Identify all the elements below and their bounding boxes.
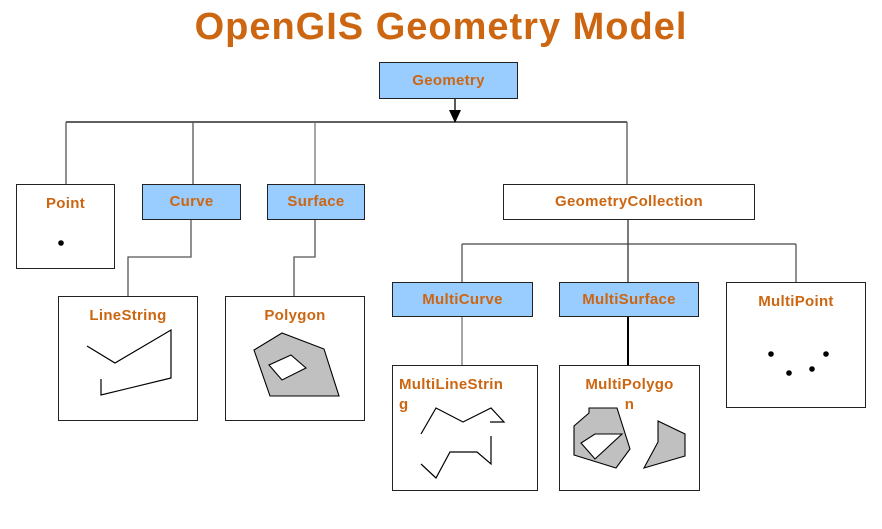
node-polygon[interactable]: Polygon [225, 296, 365, 421]
node-multisurface[interactable]: MultiSurface [559, 282, 699, 317]
multipoint-dot [809, 366, 815, 372]
multipolygon-part [573, 407, 631, 469]
node-geometry-collection[interactable]: GeometryCollection [503, 184, 755, 220]
multipolygon-illustration [573, 407, 686, 469]
node-linestring[interactable]: LineString [58, 296, 198, 421]
node-surface[interactable]: Surface [267, 184, 365, 220]
multilinestring-part [420, 436, 492, 479]
multipoint-illustration [768, 351, 829, 376]
node-multilinestring[interactable]: MultiLineStrin g [392, 365, 538, 491]
multipoint-dot [786, 370, 792, 376]
polygon-illustration [253, 332, 340, 397]
connector-curve-linestring [127, 219, 192, 296]
linestring-shape [86, 328, 172, 396]
node-geometry-label: Geometry [412, 72, 485, 89]
node-surface-label: Surface [287, 193, 345, 210]
node-multisurface-label: MultiSurface [582, 291, 676, 308]
multipoint-dot [823, 351, 829, 357]
point-illustration [58, 240, 64, 246]
node-multipoint[interactable]: MultiPoint [726, 282, 866, 408]
node-multicurve-label: MultiCurve [422, 291, 503, 308]
node-point[interactable]: Point [16, 184, 115, 269]
multilinestring-illustration [420, 407, 506, 479]
node-curve[interactable]: Curve [142, 184, 241, 220]
multipolygon-part [642, 420, 686, 469]
node-multipolygon[interactable]: MultiPolygo n [559, 365, 700, 491]
multilinestring-part [420, 407, 506, 435]
node-geometry[interactable]: Geometry [379, 62, 518, 99]
multipoint-dot [768, 351, 774, 357]
polygon-shape [253, 332, 340, 397]
arrowhead-icon [449, 110, 461, 123]
point-dot [58, 240, 64, 246]
node-geometry-collection-label: GeometryCollection [555, 193, 703, 210]
linestring-illustration [86, 328, 172, 396]
node-multicurve[interactable]: MultiCurve [392, 282, 533, 317]
connector-surface-polygon [293, 219, 316, 296]
node-curve-label: Curve [169, 193, 214, 210]
